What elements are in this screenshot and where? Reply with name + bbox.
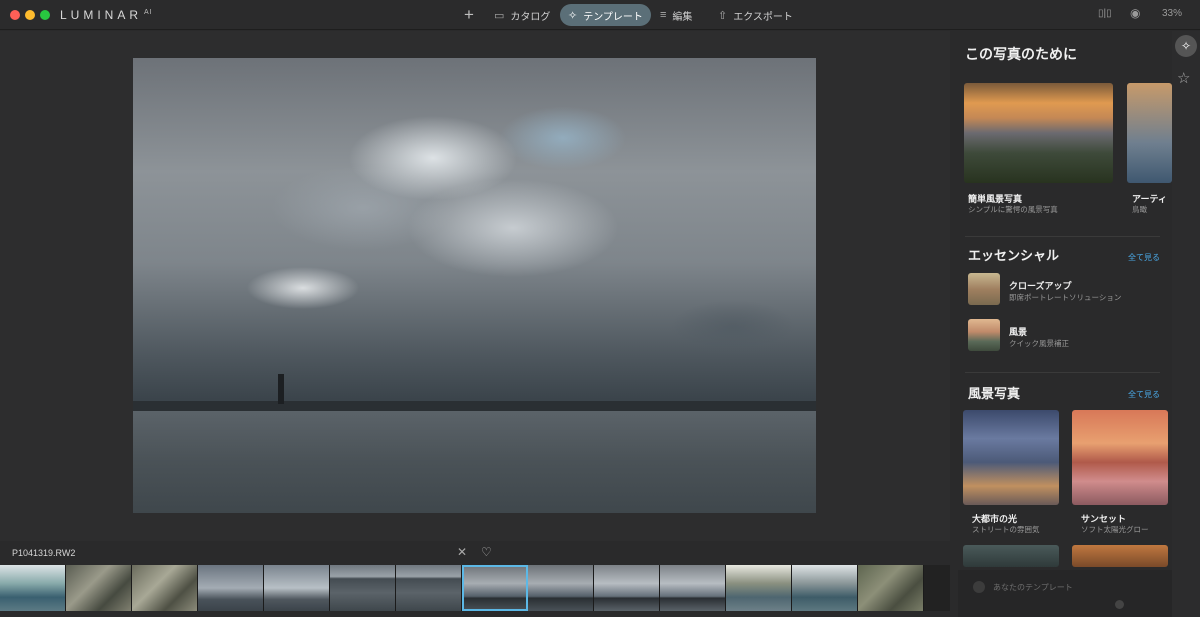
essentials-see-all-link[interactable]: 全て見る [1128, 252, 1160, 263]
tab-edit[interactable]: ≡ 編集 [652, 4, 700, 26]
eye-preview-icon[interactable]: ◉ [1130, 6, 1140, 20]
template-card-artistic[interactable] [1127, 83, 1172, 183]
reject-icon[interactable]: ✕ [457, 545, 467, 559]
template-card-partial[interactable] [963, 545, 1059, 567]
closeup-thumb[interactable] [968, 273, 1000, 305]
filmstrip-thumb[interactable] [396, 565, 462, 611]
filmstrip [0, 565, 950, 611]
maximize-window-button[interactable] [40, 10, 50, 20]
tab-export[interactable]: ⇧ エクスポート [710, 4, 801, 26]
filmstrip-thumb[interactable] [594, 565, 660, 611]
filmstrip-thumb[interactable] [330, 565, 396, 611]
my-templates-bar: あなたのテンプレート [958, 570, 1172, 617]
card-subtitle: 鳥瞰 [1132, 205, 1147, 214]
compare-view-icon[interactable]: ▯|▯ [1098, 8, 1112, 19]
my-templates-label[interactable]: あなたのテンプレート [993, 582, 1073, 593]
landscape-subtitle: クイック風景補正 [1009, 339, 1069, 348]
breakwater [133, 401, 816, 411]
landscape-thumb[interactable] [968, 319, 1000, 351]
main-photo[interactable] [133, 58, 816, 513]
sea [133, 411, 816, 513]
tab-templates[interactable]: ✧ テンプレート [560, 4, 651, 26]
add-photos-button[interactable]: + [464, 5, 474, 25]
template-card-city-lights[interactable] [963, 410, 1059, 505]
filmstrip-thumb-selected[interactable] [462, 565, 528, 611]
folder-icon: ▭ [494, 9, 505, 22]
filmstrip-thumb[interactable] [264, 565, 330, 611]
template-card-sunset[interactable] [1072, 410, 1168, 505]
closeup-subtitle: 即席ポートレートソリューション [1009, 293, 1122, 302]
zoom-level[interactable]: 33% [1162, 8, 1182, 19]
lighthouse [278, 374, 284, 404]
filmstrip-thumb[interactable] [528, 565, 594, 611]
slider-handle[interactable] [1115, 600, 1124, 609]
template-card-partial[interactable] [1072, 545, 1168, 567]
filmstrip-thumb[interactable] [66, 565, 132, 611]
closeup-title[interactable]: クローズアップ [1009, 279, 1072, 292]
landscape-see-all-link[interactable]: 全て見る [1128, 389, 1160, 400]
filmstrip-thumb[interactable] [660, 565, 726, 611]
filmstrip-thumb[interactable] [726, 565, 792, 611]
photo-filename: P1041319.RW2 [12, 548, 76, 558]
tab-catalog[interactable]: ▭ カタログ [486, 4, 558, 26]
filmstrip-thumb[interactable] [0, 565, 66, 611]
filmstrip-thumb[interactable] [132, 565, 198, 611]
minimize-window-button[interactable] [25, 10, 35, 20]
magic-wand-icon[interactable]: ✧ [1175, 35, 1197, 57]
magic-wand-icon: ✧ [568, 9, 578, 22]
sliders-icon: ≡ [660, 9, 667, 21]
title-bar: LUMINAR AI + ▭ カタログ ✧ テンプレート ≡ 編集 ⇧ エクスポー… [0, 0, 1200, 30]
panel-rail: ✧ ☆ [1172, 31, 1200, 617]
filmstrip-thumb[interactable] [198, 565, 264, 611]
star-icon[interactable]: ☆ [1177, 69, 1190, 87]
heart-icon[interactable]: ♡ [481, 545, 492, 559]
share-icon: ⇧ [718, 9, 728, 22]
card-subtitle: シンプルに驚愕の風景写真 [968, 205, 1058, 214]
divider [965, 236, 1160, 237]
filmstrip-thumb[interactable] [858, 565, 924, 611]
template-card-easy-landscape[interactable] [964, 83, 1113, 183]
divider [965, 372, 1160, 373]
filmstrip-thumb[interactable] [792, 565, 858, 611]
card-subtitle: ソフト太陽光グロー [1081, 525, 1149, 534]
landscape-photos-title: 風景写真 [968, 386, 1021, 401]
app-logo: LUMINAR AI [60, 8, 153, 22]
essentials-title: エッセンシャル [968, 248, 1060, 263]
landscape-title[interactable]: 風景 [1009, 325, 1027, 338]
close-window-button[interactable] [10, 10, 20, 20]
card-subtitle: ストリートの雰囲気 [972, 525, 1040, 534]
for-this-photo-title: この写真のために [965, 46, 1077, 62]
my-templates-icon[interactable] [973, 581, 985, 593]
